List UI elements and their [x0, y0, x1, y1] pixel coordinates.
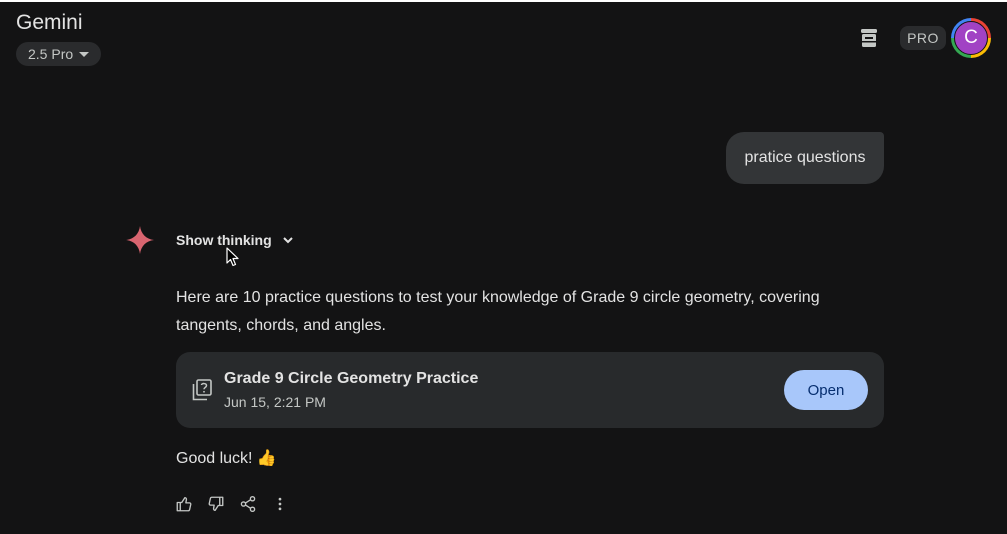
window-top-border	[0, 0, 1007, 2]
closing-text: Good luck! 👍	[176, 450, 277, 467]
model-label: 2.5 Pro	[28, 46, 74, 62]
response-text: Here are 10 practice questions to test y…	[176, 289, 820, 334]
caret-down-icon	[79, 51, 90, 57]
document-card[interactable]: Grade 9 Circle Geometry Practice Jun 15,…	[176, 352, 884, 428]
user-message-bubble: pratice questions	[726, 132, 884, 184]
chevron-down-icon	[282, 237, 293, 244]
more-vertical-icon[interactable]	[270, 492, 290, 516]
document-title: Grade 9 Circle Geometry Practice	[224, 370, 479, 387]
archive-icon[interactable]	[857, 26, 881, 50]
gemini-spark-icon	[124, 224, 156, 256]
avatar-initial: C	[954, 21, 988, 55]
show-thinking-label: Show thinking	[176, 232, 272, 248]
account-avatar[interactable]: C	[951, 18, 991, 58]
thumbs-up-icon[interactable]	[174, 492, 194, 516]
thumbs-down-icon[interactable]	[206, 492, 226, 516]
user-message-text: pratice questions	[744, 149, 866, 166]
mouse-pointer-icon	[226, 247, 240, 267]
pro-badge: PRO	[900, 26, 946, 50]
app-title: Gemini	[16, 11, 83, 34]
share-icon[interactable]	[238, 492, 258, 516]
model-selector[interactable]: 2.5 Pro	[16, 42, 102, 66]
response-actions	[174, 492, 290, 516]
document-date: Jun 15, 2:21 PM	[224, 394, 326, 410]
quiz-doc-icon	[192, 379, 212, 401]
open-document-button[interactable]: Open	[784, 370, 868, 410]
